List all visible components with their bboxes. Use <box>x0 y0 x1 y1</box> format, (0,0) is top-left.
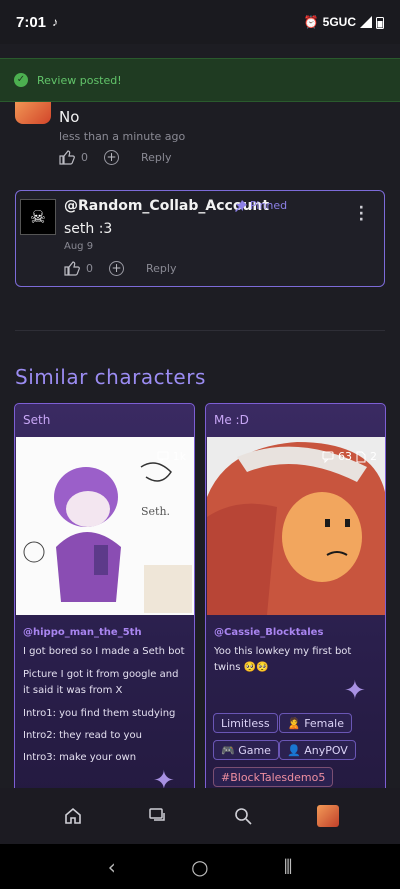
add-reaction-icon[interactable]: + <box>104 150 119 165</box>
stats-badge: 63 2 <box>322 450 377 463</box>
similar-characters-title: Similar characters <box>15 365 206 389</box>
description-line: Intro2: they read to you <box>23 730 142 741</box>
comment-text: seth :3 <box>64 221 113 237</box>
chat-bubble-icon <box>157 451 169 463</box>
character-image <box>207 437 385 615</box>
home-icon[interactable] <box>58 801 88 831</box>
back-icon[interactable]: ‹ <box>108 855 116 879</box>
pin-icon <box>235 199 247 212</box>
signal-icon <box>360 16 372 28</box>
description-line: I got bored so I made a Seth bot <box>23 646 185 657</box>
chat-count: 63 <box>338 450 352 463</box>
reply-button[interactable]: Reply <box>141 151 171 164</box>
tag-chip[interactable]: 🎮 Game <box>213 740 279 760</box>
chat-icon[interactable] <box>143 801 173 831</box>
tag-chip[interactable]: Limitless <box>213 713 278 733</box>
more-options-icon[interactable]: · · · <box>359 201 364 227</box>
review-posted-toast: ✓ Review posted! <box>0 58 400 102</box>
character-card[interactable]: Me :D 63 2 @Cassie_Blocktales Yoo this l… <box>205 403 386 803</box>
document-icon <box>356 451 366 462</box>
pinned-label: Pinned <box>250 199 288 212</box>
doc-count: 2 <box>370 450 377 463</box>
status-right: ⏰ 5GUC <box>304 15 384 29</box>
like-count: 0 <box>81 151 88 164</box>
comment-date: Aug 9 <box>64 241 94 252</box>
tag-chip[interactable]: 🙎 Female <box>279 713 352 733</box>
creator-handle[interactable]: @Cassie_Blocktales <box>214 627 323 638</box>
thumbs-up-icon[interactable] <box>59 150 75 165</box>
like-count: 0 <box>86 262 93 275</box>
character-card[interactable]: Seth Seth. 1k @hippo_man_the_5th I got b… <box>14 403 195 803</box>
pinned-badge: Pinned <box>235 199 287 212</box>
creator-handle[interactable]: @hippo_man_the_5th <box>23 627 142 638</box>
network-label: 5GUC <box>322 15 356 29</box>
alarm-icon: ⏰ <box>303 15 319 29</box>
comment-actions: 0 + Reply <box>59 150 171 165</box>
description-line: Picture I got it from google and it said… <box>23 669 179 696</box>
status-bar: 7:01 ♪ ⏰ 5GUC <box>0 0 400 44</box>
sparkle-icon: ✦ <box>344 676 366 706</box>
tag-chip[interactable]: 👤 AnyPOV <box>279 740 356 760</box>
tag-chip[interactable]: #BlockTalesdemo5 <box>213 767 334 787</box>
recents-icon[interactable]: ⫴ <box>284 855 292 879</box>
thumbs-up-icon[interactable] <box>64 261 80 276</box>
commenter-avatar[interactable]: ☠ <box>20 199 56 235</box>
add-reaction-icon[interactable]: + <box>109 261 124 276</box>
description-line: Intro3: make your own <box>23 752 137 763</box>
chat-bubble-icon <box>322 451 334 463</box>
toast-message: Review posted! <box>37 73 122 87</box>
chat-count-badge: 1k <box>157 450 186 463</box>
svg-text:Seth.: Seth. <box>141 505 170 518</box>
tiktok-icon: ♪ <box>52 15 59 29</box>
battery-icon <box>376 16 384 29</box>
search-icon[interactable] <box>228 801 258 831</box>
comment-text: No <box>59 108 80 126</box>
character-name: Seth <box>23 413 51 427</box>
pinned-comment: ☠ @Random_Collab_Account Pinned · · · seth… <box>15 190 385 287</box>
section-divider <box>15 330 385 331</box>
system-nav-bar: ‹ ○ ⫴ <box>0 844 400 889</box>
home-button-icon[interactable]: ○ <box>191 855 208 879</box>
check-circle-icon: ✓ <box>14 73 28 87</box>
chat-count: 1k <box>172 450 186 463</box>
status-time: 7:01 <box>16 13 47 31</box>
description-line: Yoo this lowkey my first bot twins 🥺🥺 <box>214 646 352 673</box>
character-name: Me :D <box>214 413 249 427</box>
comment-time: less than a minute ago <box>59 130 186 143</box>
comment-actions: 0 + Reply <box>64 261 176 276</box>
character-image: Seth. <box>16 437 194 615</box>
avatar <box>316 805 339 827</box>
reply-button[interactable]: Reply <box>146 262 176 275</box>
profile-avatar[interactable] <box>313 801 343 831</box>
bottom-nav <box>0 788 400 844</box>
description-line: Intro1: you find them studying <box>23 708 176 719</box>
